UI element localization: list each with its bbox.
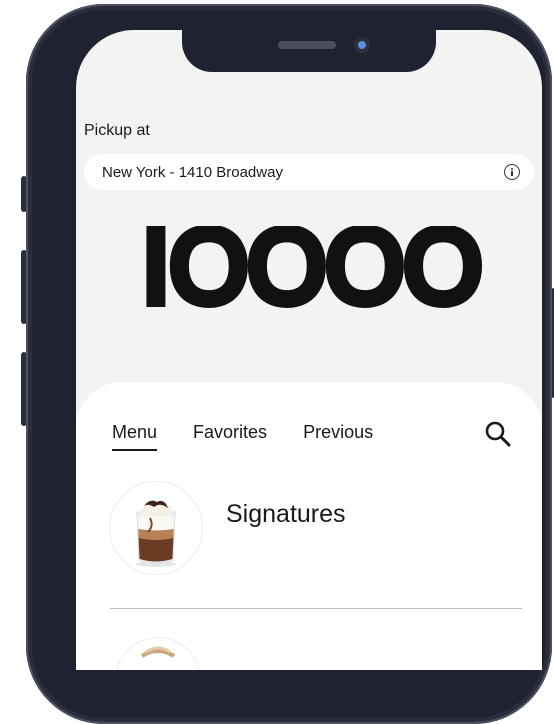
app-screen: Pickup at New York - 1410 Broadway IOOOO… [76, 30, 542, 670]
phone-frame: Pickup at New York - 1410 Broadway IOOOO… [26, 4, 552, 724]
speaker-grille [278, 41, 336, 49]
phone-notch [182, 30, 436, 72]
category-signatures[interactable]: Signatures [110, 482, 346, 574]
search-icon[interactable] [484, 420, 512, 448]
tab-previous[interactable]: Previous [303, 422, 373, 451]
menu-sheet: Menu Favorites Previous Signatures [76, 382, 542, 670]
pickup-location-selector[interactable]: New York - 1410 Broadway [84, 154, 534, 190]
front-camera-icon [354, 37, 370, 53]
tab-menu[interactable]: Menu [112, 422, 158, 451]
iced-coffee-drink-icon [110, 482, 202, 574]
info-icon[interactable] [504, 164, 520, 180]
tab-favorites[interactable]: Favorites [193, 422, 267, 451]
brand-logo: IOOOO [137, 226, 487, 308]
category-divider [110, 608, 522, 609]
pickup-label: Pickup at [84, 122, 150, 139]
brand-logo-text: IOOOO [142, 226, 482, 308]
category-label: Signatures [226, 499, 346, 528]
menu-tabs: Menu Favorites Previous [112, 422, 373, 451]
pickup-location-text: New York - 1410 Broadway [102, 163, 283, 181]
